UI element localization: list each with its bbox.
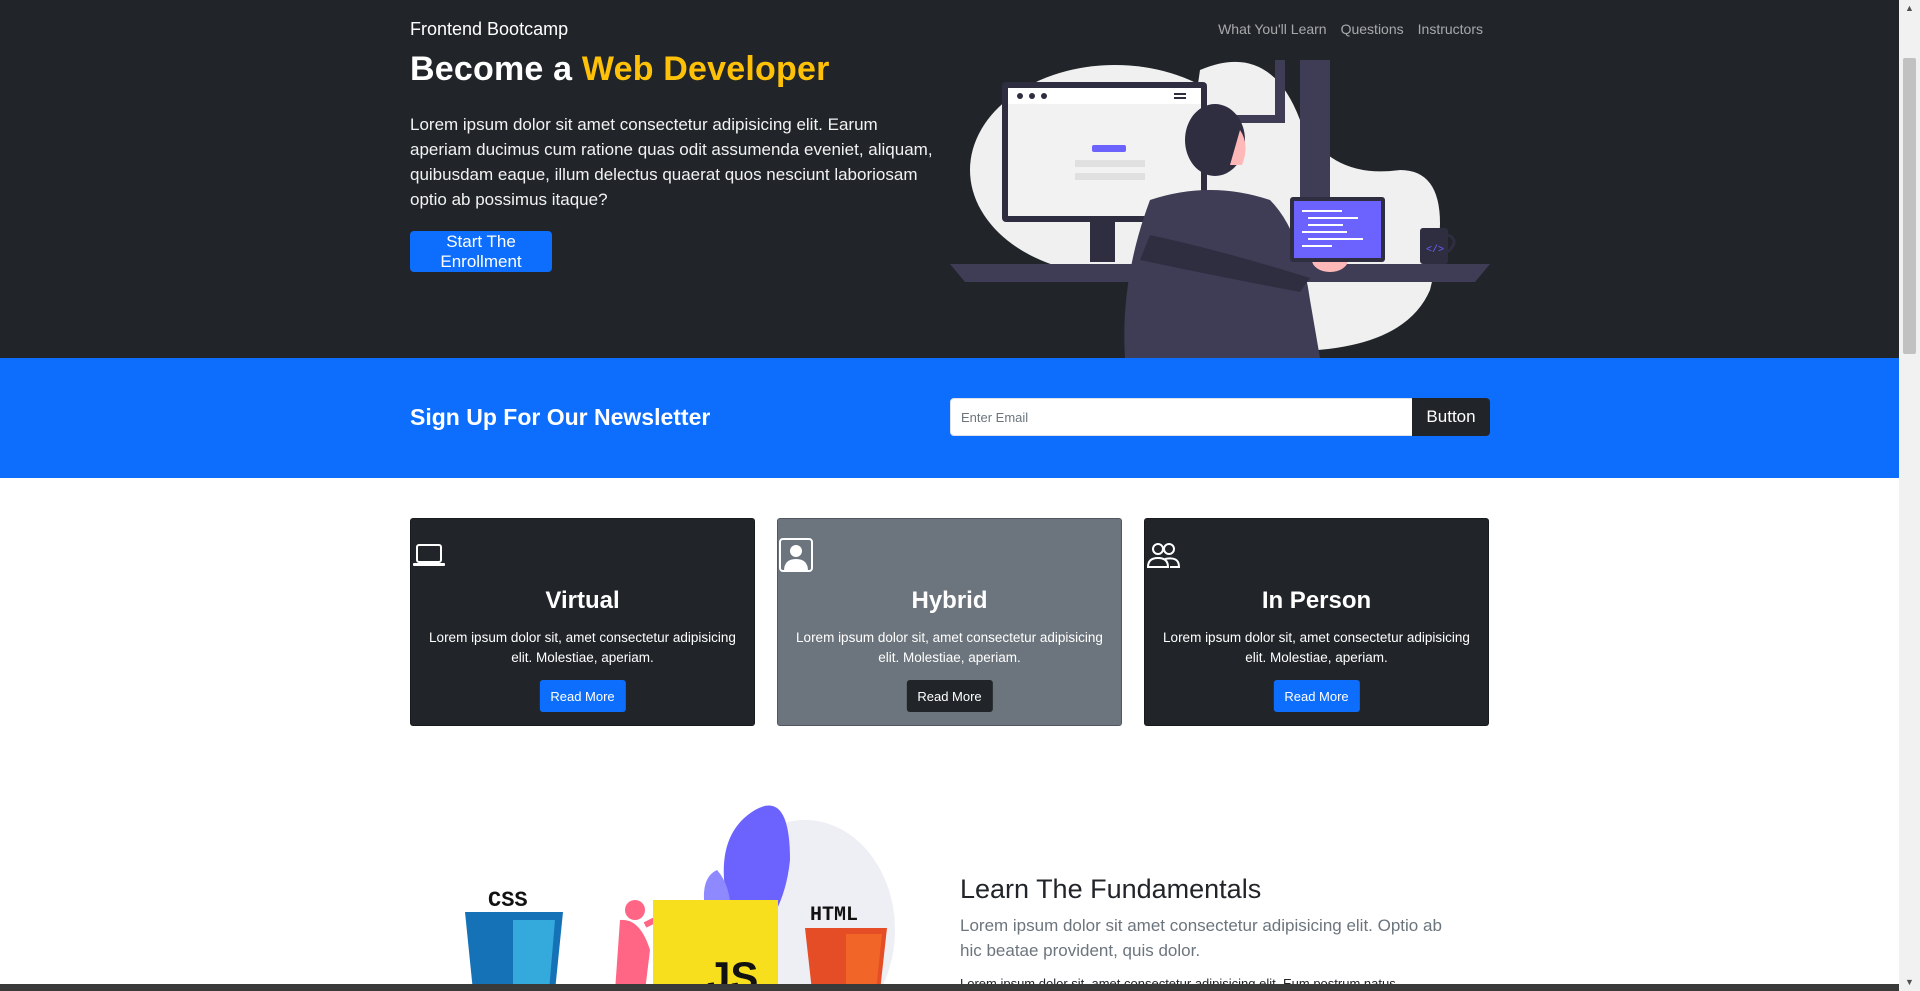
enroll-button[interactable]: Start The Enrollment [410, 231, 552, 272]
scroll-up-icon[interactable]: ▲ [1899, 0, 1920, 17]
mug-handle [1446, 233, 1456, 254]
card-in-person: In Person Lorem ipsum dolor sit, amet co… [1144, 518, 1489, 726]
person-head [1185, 104, 1245, 176]
menu-line [1174, 93, 1186, 95]
css-label: CSS [488, 888, 528, 913]
learn-lead: Lorem ipsum dolor sit amet consectetur a… [960, 916, 1442, 960]
email-input[interactable] [950, 398, 1422, 436]
learn-title: Learn The Fundamentals [960, 874, 1262, 904]
css-shield-inner [513, 920, 555, 991]
card-text: Lorem ipsum dolor sit, amet consectetur … [429, 630, 736, 665]
read-more-button[interactable]: Read More [906, 680, 993, 712]
screen-line [1075, 160, 1145, 167]
code-line [1302, 245, 1332, 247]
card-title: Virtual [545, 587, 620, 614]
mug-code-mark: </> [1426, 244, 1444, 256]
html-label: HTML [810, 904, 858, 927]
hero-section: Frontend Bootcamp What You'll Learn Ques… [0, 0, 1899, 358]
navbar-links: What You'll Learn Questions Instructors [1218, 21, 1483, 37]
laptop-display [1294, 201, 1381, 258]
screen-accent-bar [1092, 145, 1126, 152]
nav-link-questions[interactable]: Questions [1341, 21, 1404, 37]
card-virtual: Virtual Lorem ipsum dolor sit, amet cons… [410, 518, 755, 726]
html-shield-inner [846, 934, 882, 991]
developer-illustration: </> [950, 60, 1490, 358]
navbar-brand[interactable]: Frontend Bootcamp [410, 19, 568, 40]
page-viewport: Frontend Bootcamp What You'll Learn Ques… [0, 0, 1899, 991]
newsletter-section: Sign Up For Our Newsletter Button [0, 358, 1899, 478]
window-dot [1029, 93, 1035, 99]
card-text: Lorem ipsum dolor sit, amet consectetur … [1163, 630, 1470, 665]
window-dot [1017, 93, 1023, 99]
hero-title-prefix: Become a [410, 50, 573, 88]
monitor-topbar [1008, 88, 1201, 104]
newsletter-submit-button[interactable]: Button [1412, 398, 1490, 436]
card-hybrid: Hybrid Lorem ipsum dolor sit, amet conse… [777, 518, 1122, 726]
people-icon [1146, 543, 1181, 568]
screen-line [1075, 173, 1145, 180]
monitor-stand [1090, 222, 1115, 262]
laptop-icon [413, 544, 445, 566]
fundamentals-illustration: CSS JS HTML [465, 805, 895, 991]
monitor-arm-pole [1275, 60, 1285, 120]
card-text: Lorem ipsum dolor sit, amet consectetur … [796, 630, 1103, 665]
person-square-icon [779, 538, 813, 572]
read-more-button[interactable]: Read More [539, 680, 626, 712]
person-head [625, 900, 645, 920]
nav-link-learn[interactable]: What You'll Learn [1218, 21, 1327, 37]
page-scrollbar[interactable]: ▲ ▼ [1899, 0, 1920, 991]
code-line [1302, 210, 1342, 212]
code-line [1302, 231, 1347, 233]
hero-title: Become a Web Developer [410, 50, 830, 89]
hero-title-highlight: Web Developer [581, 50, 830, 88]
read-more-button[interactable]: Read More [1273, 680, 1360, 712]
card-title: In Person [1261, 587, 1372, 614]
hero-text: Lorem ipsum dolor sit amet consectetur a… [410, 115, 933, 209]
person-body [615, 919, 650, 991]
code-line [1308, 238, 1363, 240]
window-dot [1041, 93, 1047, 99]
newsletter-title: Sign Up For Our Newsletter [410, 404, 711, 430]
card-title: Hybrid [911, 587, 988, 614]
menu-line [1174, 97, 1186, 99]
code-line [1308, 217, 1358, 219]
scrollbar-thumb[interactable] [1903, 58, 1916, 354]
bottom-edge [0, 984, 1899, 991]
nav-link-instructors[interactable]: Instructors [1418, 21, 1483, 37]
scroll-down-icon[interactable]: ▼ [1899, 974, 1920, 991]
code-line [1308, 224, 1343, 226]
